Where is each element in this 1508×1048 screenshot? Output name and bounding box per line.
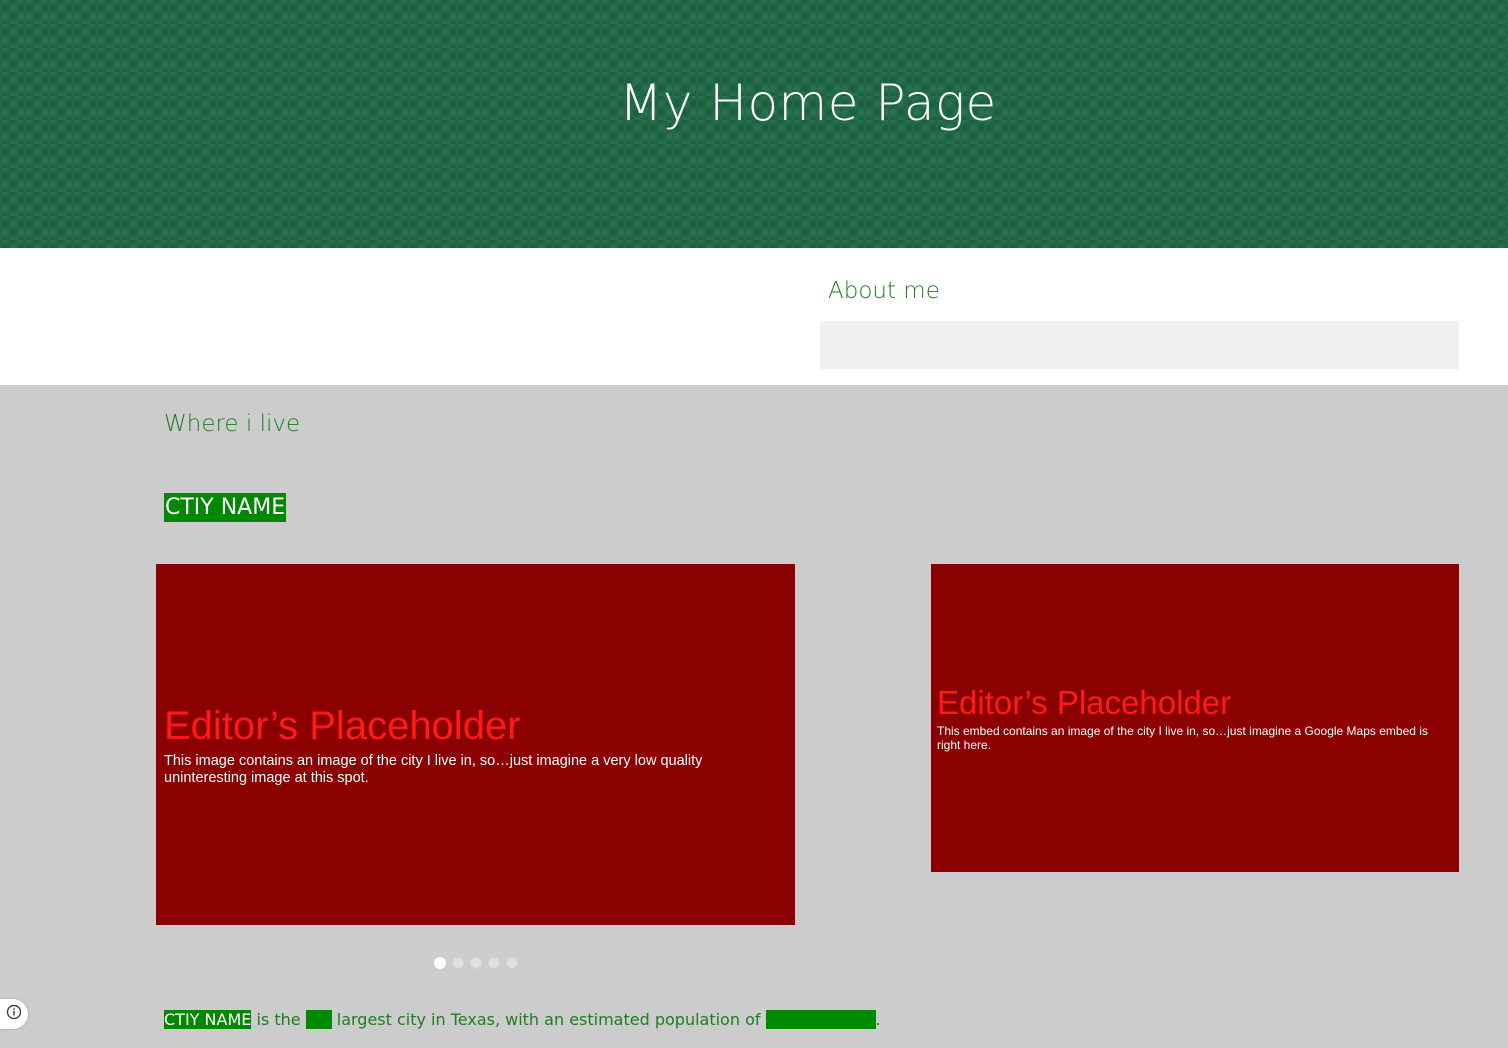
about-content-box <box>820 321 1459 369</box>
page-title: My Home Page <box>619 74 997 132</box>
embed-placeholder-title: Editor’s Placeholder <box>937 684 1232 721</box>
about-heading: About me <box>828 278 940 304</box>
where-i-live-heading: Where i live <box>164 411 301 437</box>
fact-text-1: is the <box>251 1010 306 1029</box>
image-placeholder-description: This image contains an image of the city… <box>164 753 703 786</box>
header-banner: My Home Page <box>0 0 1508 248</box>
where-i-live-section: Where i live CTIY NAME Editor’s Placehol… <box>0 385 1508 1048</box>
about-section: About me <box>0 248 1508 385</box>
info-icon <box>6 1004 22 1024</box>
carousel-dot[interactable] <box>488 957 500 969</box>
city-fact-sentence: CTIY NAME is the largest city in Texas, … <box>164 1010 881 1030</box>
map-embed-placeholder[interactable]: Editor’s Placeholder This embed contains… <box>931 564 1459 872</box>
fact-text-3: . <box>875 1010 881 1029</box>
carousel-indicators <box>434 957 518 969</box>
fact-population-blank <box>765 1010 876 1029</box>
carousel-dot[interactable] <box>470 957 482 969</box>
fact-rank-blank <box>305 1010 332 1029</box>
embed-placeholder-description: This embed contains an image of the city… <box>937 724 1428 752</box>
fact-city-name: CTIY NAME <box>164 1010 252 1029</box>
city-name-badge: CTIY NAME <box>164 493 287 522</box>
city-image-carousel[interactable]: Editor’s Placeholder This image contains… <box>156 564 795 925</box>
carousel-dot[interactable] <box>452 957 464 969</box>
carousel-dot[interactable] <box>434 957 446 969</box>
fact-text-2: largest city in Texas, with an estimated… <box>331 1010 766 1029</box>
image-placeholder-title: Editor’s Placeholder <box>164 704 521 748</box>
carousel-dot[interactable] <box>506 957 518 969</box>
